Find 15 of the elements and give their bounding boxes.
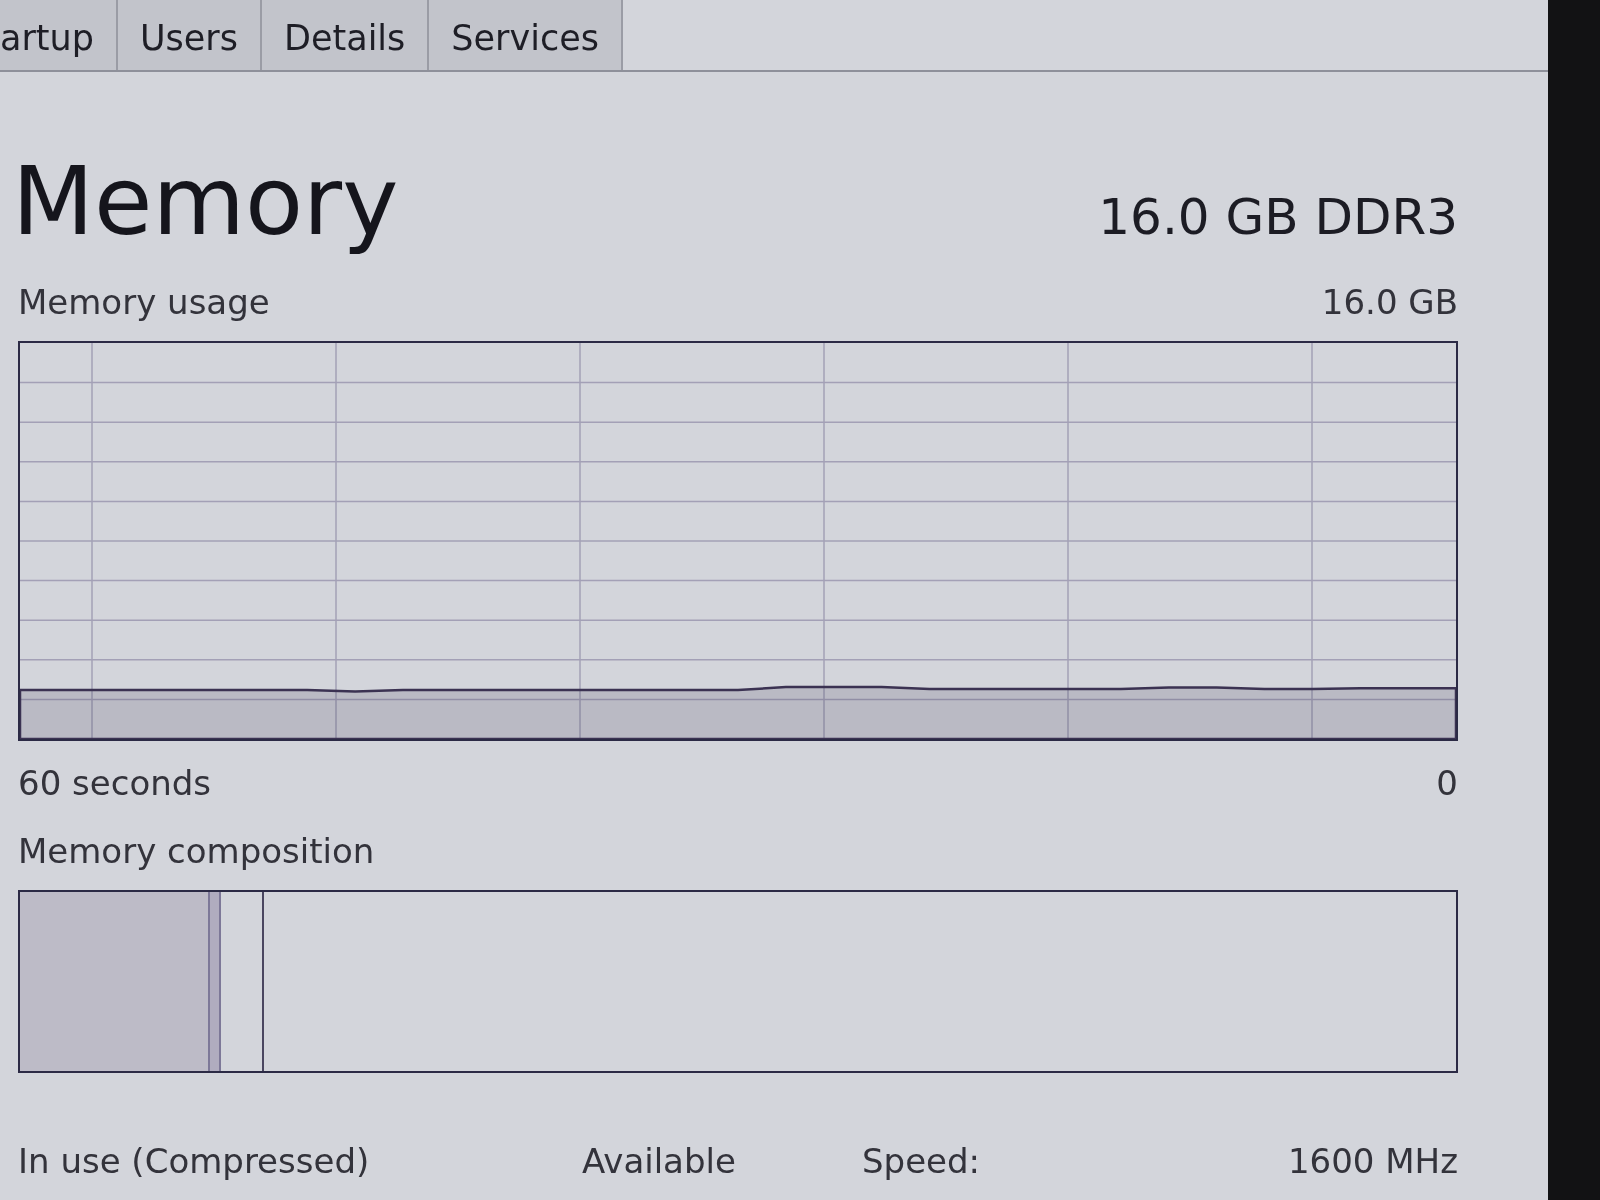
stat-label: In use (Compressed) xyxy=(18,1141,371,1181)
tab[interactable]: Users xyxy=(117,0,262,70)
page-title: Memory xyxy=(12,146,399,256)
stat-label: Available xyxy=(582,1141,737,1181)
tab[interactable]: Details xyxy=(262,0,430,70)
capacity-label: 16.0 GB xyxy=(1321,282,1458,322)
time-end-label: 0 xyxy=(1436,763,1458,803)
detail-value: 1600 MHz xyxy=(1287,1141,1458,1181)
detail-label: Speed: xyxy=(862,1141,982,1181)
section-title: Memory composition xyxy=(18,831,375,871)
time-span-label: 60 seconds xyxy=(18,763,212,803)
graph-title: Memory usage xyxy=(18,282,270,322)
tab[interactable]: Services xyxy=(429,0,623,70)
memory-type-label: 16.0 GB DDR3 xyxy=(1098,188,1458,246)
tab[interactable]: artup xyxy=(0,0,118,70)
